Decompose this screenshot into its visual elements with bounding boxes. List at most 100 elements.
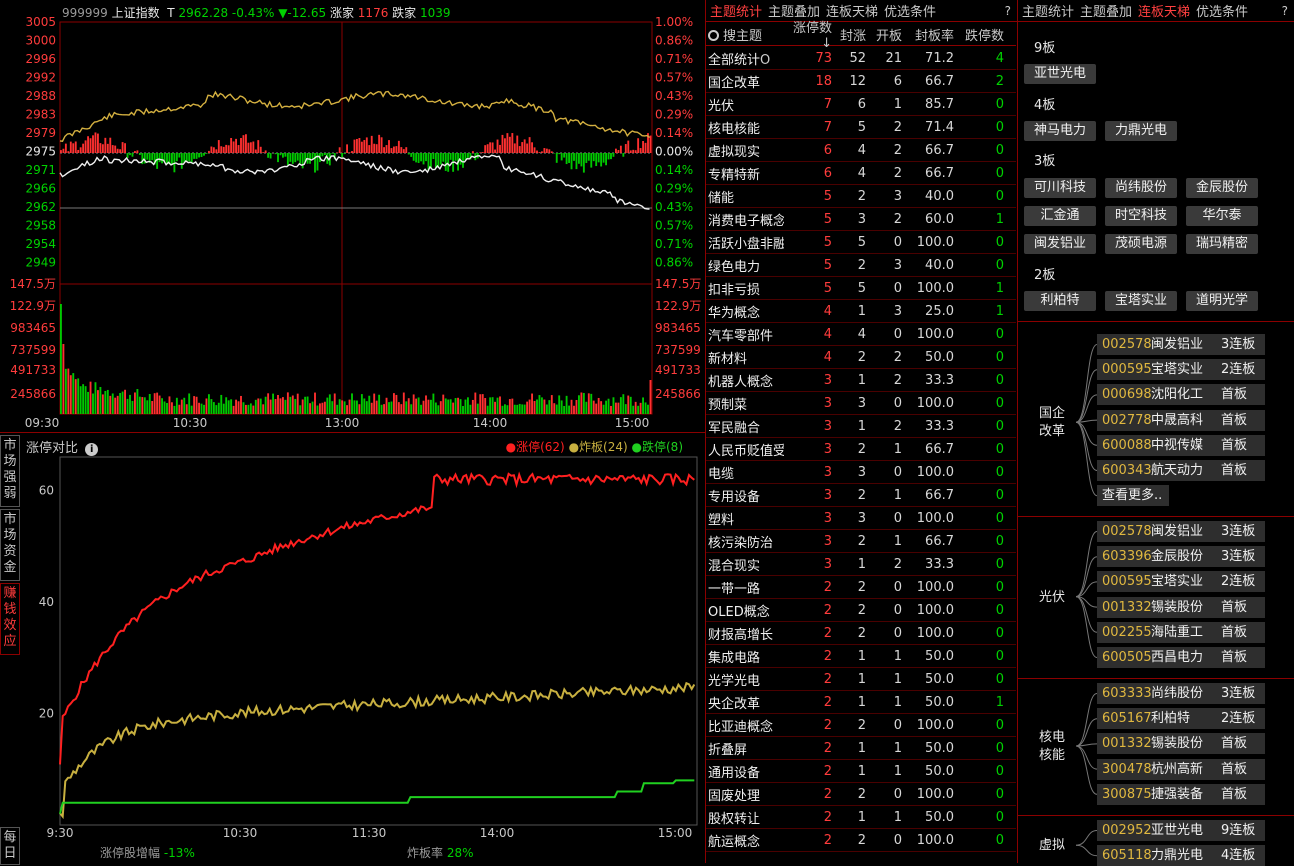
- table-row[interactable]: 塑料330100.00: [706, 507, 1016, 530]
- theme-name: 塑料: [706, 509, 784, 528]
- table-row[interactable]: 比亚迪概念220100.00: [706, 714, 1016, 737]
- volume-bar: [186, 404, 188, 414]
- chip-b3-7[interactable]: 茂硕电源: [1105, 234, 1177, 254]
- tab-filter[interactable]: 优选条件: [884, 1, 936, 20]
- search-theme[interactable]: 搜主题: [706, 25, 784, 44]
- table-row[interactable]: 扣非亏损550100.01: [706, 277, 1016, 300]
- tab-limit-ladder-r[interactable]: 连板天梯: [1138, 1, 1190, 20]
- theme-stock-item[interactable]: 001332锡装股份首板: [1097, 733, 1265, 754]
- compare-xtick: 11:30: [352, 826, 387, 840]
- price-tick-left: 2958: [25, 219, 56, 233]
- tab-theme-stats-r[interactable]: 主题统计: [1022, 1, 1074, 20]
- chip-b3-1[interactable]: 尚纬股份: [1105, 178, 1177, 198]
- help-icon[interactable]: ?: [1005, 4, 1011, 18]
- breadth-bar: [388, 140, 390, 153]
- theme-stock-item[interactable]: 600505西昌电力首板: [1097, 647, 1265, 668]
- table-row[interactable]: 电缆330100.00: [706, 461, 1016, 484]
- theme-stock-item[interactable]: 001332锡装股份首板: [1097, 597, 1265, 618]
- table-row[interactable]: 储能52340.00: [706, 185, 1016, 208]
- col-seal-rate[interactable]: 封板率: [902, 25, 954, 44]
- tab-filter-r[interactable]: 优选条件: [1196, 1, 1248, 20]
- stock-code: 000698: [1097, 384, 1147, 405]
- col-opened[interactable]: 开板: [866, 25, 902, 44]
- table-row[interactable]: 折叠屏21150.00: [706, 737, 1016, 760]
- chip-b3-8[interactable]: 瑞玛精密: [1186, 234, 1258, 254]
- chip-b9-0[interactable]: 亚世光电: [1024, 64, 1096, 84]
- table-row[interactable]: 华为概念41325.01: [706, 300, 1016, 323]
- table-row[interactable]: 全部统计 O73522171.24: [706, 47, 1016, 70]
- chip-b2-2[interactable]: 道明光学: [1186, 291, 1258, 311]
- table-row[interactable]: 航运概念220100.00: [706, 829, 1016, 852]
- theme-stock-item[interactable]: 002578闽发铝业3连板: [1097, 334, 1265, 355]
- help-icon-r[interactable]: ?: [1282, 4, 1288, 18]
- table-row[interactable]: 一带一路220100.00: [706, 576, 1016, 599]
- theme-stock-item[interactable]: 002578闽发铝业3连板: [1097, 521, 1265, 542]
- table-row[interactable]: 财报高增长220100.00: [706, 622, 1016, 645]
- tab-theme-stats[interactable]: 主题统计: [710, 1, 762, 20]
- theme-stock-item[interactable]: 000595宝塔实业2连板: [1097, 571, 1265, 592]
- intraday-chart[interactable]: 30051.00%30000.86%29960.71%29920.57%2988…: [0, 0, 706, 432]
- theme-stock-item[interactable]: 000595宝塔实业2连板: [1097, 359, 1265, 380]
- refresh-icon[interactable]: O: [760, 53, 770, 68]
- chip-b2-0[interactable]: 利柏特: [1024, 291, 1096, 311]
- volume-bar: [351, 393, 353, 414]
- table-row[interactable]: 预制菜330100.00: [706, 392, 1016, 415]
- table-row[interactable]: OLED概念220100.00: [706, 599, 1016, 622]
- table-row[interactable]: 虚拟现实64266.70: [706, 139, 1016, 162]
- col-limit-down[interactable]: 跌停数: [954, 25, 1006, 44]
- chip-b3-5[interactable]: 华尔泰: [1186, 206, 1258, 226]
- theme-stock-item[interactable]: 002255海陆重工首板: [1097, 622, 1265, 643]
- table-row[interactable]: 人民币贬值受益32166.70: [706, 438, 1016, 461]
- theme-stock-item[interactable]: 600088中视传媒首板: [1097, 435, 1265, 456]
- seal-rate: 71.2: [902, 51, 954, 66]
- chip-b3-3[interactable]: 汇金通: [1024, 206, 1096, 226]
- theme-stock-item[interactable]: 300478杭州高新首板: [1097, 759, 1265, 780]
- breadth-bar: [524, 139, 526, 153]
- table-row[interactable]: 国企改革1812666.72: [706, 70, 1016, 93]
- table-row[interactable]: 活跃小盘非融550100.00: [706, 231, 1016, 254]
- chip-b4-0[interactable]: 神马电力: [1024, 121, 1096, 141]
- chip-b3-6[interactable]: 闽发铝业: [1024, 234, 1096, 254]
- theme-stock-item[interactable]: 002952亚世光电9连板: [1097, 820, 1265, 841]
- chip-b2-1[interactable]: 宝塔实业: [1105, 291, 1177, 311]
- sealed-count: 1: [832, 649, 866, 664]
- table-row[interactable]: 光学光电21150.00: [706, 668, 1016, 691]
- theme-stock-item[interactable]: 002778中晟高科首板: [1097, 410, 1265, 431]
- col-limit-up[interactable]: 涨停数↓: [784, 17, 832, 51]
- table-row[interactable]: 新材料42250.00: [706, 346, 1016, 369]
- theme-stock-item[interactable]: 603333尚纬股份3连板: [1097, 683, 1265, 704]
- col-sealed[interactable]: 封涨: [832, 25, 866, 44]
- table-row[interactable]: 混合现实31233.30: [706, 553, 1016, 576]
- volume-bar: [102, 394, 104, 414]
- tab-limit-ladder[interactable]: 连板天梯: [826, 1, 878, 20]
- table-row[interactable]: 专精特新64266.70: [706, 162, 1016, 185]
- table-row[interactable]: 股权转让21150.00: [706, 806, 1016, 829]
- table-row[interactable]: 汽车零部件440100.00: [706, 323, 1016, 346]
- chip-b4-1[interactable]: 力鼎光电: [1105, 121, 1177, 141]
- table-row[interactable]: 核电核能75271.40: [706, 116, 1016, 139]
- theme-stock-item[interactable]: 000698沈阳化工首板: [1097, 384, 1265, 405]
- table-row[interactable]: 专用设备32166.70: [706, 484, 1016, 507]
- limit-down-count: 0: [954, 350, 1006, 365]
- chip-b3-2[interactable]: 金辰股份: [1186, 178, 1258, 198]
- table-row[interactable]: 固废处理220100.00: [706, 783, 1016, 806]
- theme-stock-item[interactable]: 605167利柏特2连板: [1097, 708, 1265, 729]
- view-more-button[interactable]: 查看更多..: [1097, 485, 1169, 506]
- table-row[interactable]: 机器人概念31233.30: [706, 369, 1016, 392]
- table-row[interactable]: 央企改革21150.01: [706, 691, 1016, 714]
- chip-b3-0[interactable]: 可川科技: [1024, 178, 1096, 198]
- table-row[interactable]: 绿色电力52340.00: [706, 254, 1016, 277]
- compare-chart[interactable]: 6040209:3010:3011:3014:0015:00: [0, 433, 706, 864]
- tab-theme-overlay-r[interactable]: 主题叠加: [1080, 1, 1132, 20]
- table-row[interactable]: 军民融合31233.30: [706, 415, 1016, 438]
- table-row[interactable]: 光伏76185.70: [706, 93, 1016, 116]
- theme-stock-item[interactable]: 300875捷强装备首板: [1097, 784, 1265, 805]
- table-row[interactable]: 消费电子概念53260.01: [706, 208, 1016, 231]
- table-row[interactable]: 核污染防治32166.70: [706, 530, 1016, 553]
- theme-stock-item[interactable]: 603396金辰股份3连板: [1097, 546, 1265, 567]
- chip-b3-4[interactable]: 时空科技: [1105, 206, 1177, 226]
- table-row[interactable]: 集成电路21150.00: [706, 645, 1016, 668]
- limit-up-count: 3: [784, 488, 832, 503]
- theme-stock-item[interactable]: 600343航天动力首板: [1097, 460, 1265, 481]
- table-row[interactable]: 通用设备21150.00: [706, 760, 1016, 783]
